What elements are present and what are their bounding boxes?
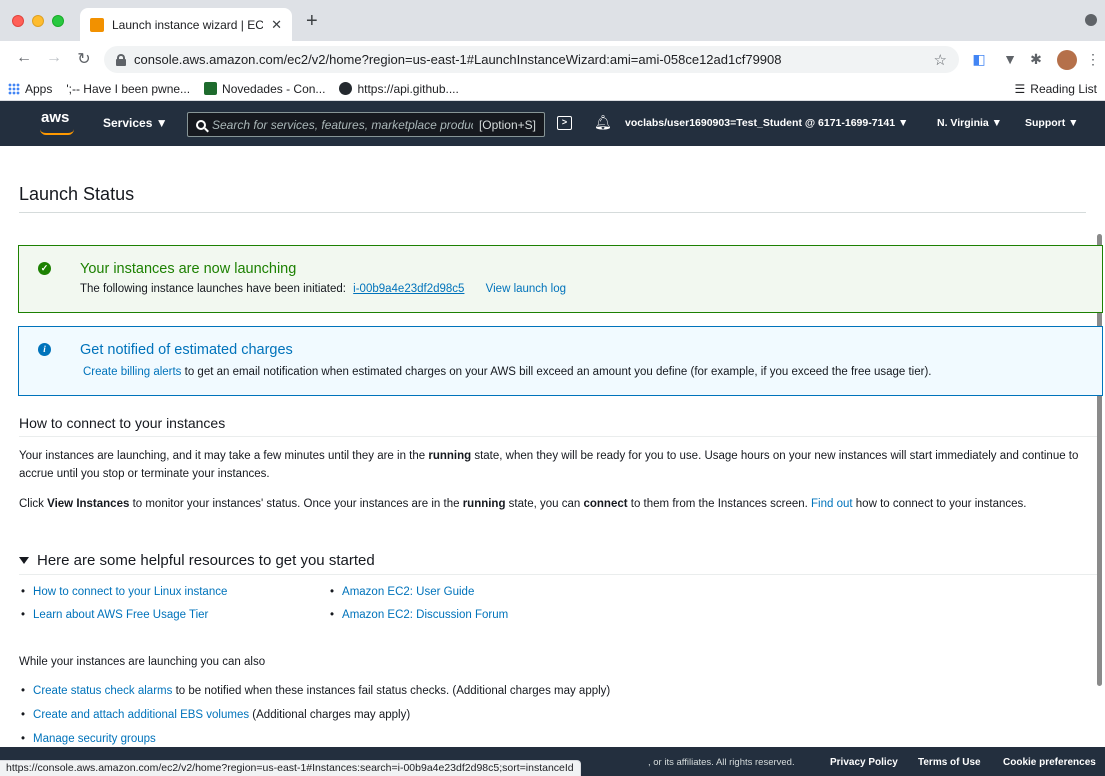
translate-extension-icon[interactable]: ◧ (971, 51, 987, 67)
connect-paragraph-1: Your instances are launching, and it may… (19, 450, 1079, 480)
resources-toggle[interactable]: Here are some helpful resources to get y… (19, 552, 375, 569)
bookmark-have-i-been-pwned[interactable]: ';-- Have I been pwne... (66, 82, 190, 96)
forward-arrow-icon[interactable]: → (44, 49, 64, 67)
github-favicon-icon (339, 82, 353, 95)
services-menu[interactable]: Services ▼ (103, 116, 168, 130)
also-item: • Manage security groups (21, 733, 156, 745)
new-tab-icon[interactable]: + (306, 10, 318, 33)
vue-extension-icon[interactable]: ▼ (1002, 51, 1018, 67)
success-alert-title: Your instances are now launching (80, 261, 297, 277)
aws-logo[interactable]: aws (41, 109, 69, 126)
apps-grid-icon (8, 82, 20, 95)
also-item: • Create status check alarms to be notifi… (21, 685, 611, 697)
cloudshell-icon[interactable]: > (557, 116, 572, 130)
free-tier-link[interactable]: Learn about AWS Free Usage Tier (33, 609, 208, 621)
minimize-window-button[interactable] (32, 15, 44, 27)
profile-avatar[interactable] (1057, 50, 1077, 70)
user-guide-link[interactable]: Amazon EC2: User Guide (342, 586, 474, 598)
linux-connect-link[interactable]: How to connect to your Linux instance (33, 586, 227, 598)
account-menu[interactable]: voclabs/user1690903=Test_Student @ 6171-… (625, 117, 908, 129)
reload-icon[interactable]: ↻ (74, 49, 94, 69)
page-title: Launch Status (19, 184, 135, 204)
resources-divider (19, 574, 1097, 575)
also-item: • Create and attach additional EBS volume… (21, 709, 411, 721)
close-window-button[interactable] (12, 15, 24, 27)
connect-heading: How to connect to your instances (19, 415, 226, 431)
reading-list-button[interactable]: ☰ Reading List (1015, 82, 1097, 96)
cookie-preferences-link[interactable]: Cookie preferences (1003, 757, 1096, 768)
browser-tab-bar: Launch instance wizard | EC2 Management … (0, 0, 1105, 41)
connect-paragraph-2: Click View Instances to monitor your ins… (19, 498, 1027, 510)
caret-down-icon (19, 556, 29, 564)
connect-divider (19, 436, 1097, 437)
resource-item: • Learn about AWS Free Usage Tier (21, 609, 209, 621)
status-check-alarms-link[interactable]: Create status check alarms (33, 685, 172, 697)
tab-title: Launch instance wizard | EC2 Management … (112, 17, 264, 32)
browser-tab[interactable]: Launch instance wizard | EC2 Management … (80, 8, 292, 41)
info-circle-icon: i (38, 343, 51, 356)
billing-info-alert: i Get notified of estimated charges Crea… (18, 326, 1103, 396)
billing-alert-body: Create billing alerts to get an email no… (83, 366, 932, 378)
security-groups-link[interactable]: Manage security groups (33, 733, 156, 745)
link-status-bar: https://console.aws.amazon.com/ec2/v2/ho… (0, 760, 581, 776)
footer-copyright: , or its affiliates. All rights reserved… (648, 757, 795, 768)
instance-id-link[interactable]: i-00b9a4e23df2d98c5 (353, 283, 464, 295)
bookmarks-bar: Apps ';-- Have I been pwne... Novedades … (0, 77, 1105, 101)
search-shortcut: [Option+S] (478, 117, 536, 132)
extensions-puzzle-icon[interactable]: ✱ (1028, 51, 1044, 67)
lock-icon[interactable] (116, 53, 126, 66)
title-divider (19, 212, 1086, 213)
success-alert-body: The following instance launches have bee… (80, 283, 566, 295)
support-menu[interactable]: Support ▼ (1025, 117, 1079, 129)
address-bar[interactable]: console.aws.amazon.com/ec2/v2/home?regio… (104, 46, 959, 73)
resource-item: • Amazon EC2: User Guide (330, 586, 475, 598)
search-box[interactable]: [Option+S] (187, 112, 545, 137)
resource-item: • How to connect to your Linux instance (21, 586, 228, 598)
privacy-policy-link[interactable]: Privacy Policy (830, 757, 898, 768)
check-circle-icon: ✓ (38, 262, 51, 275)
resource-item: • Amazon EC2: Discussion Forum (330, 609, 509, 621)
reading-list-icon: ☰ (1014, 81, 1026, 96)
billing-alert-title: Get notified of estimated charges (80, 342, 293, 358)
create-billing-alerts-link[interactable]: Create billing alerts (83, 366, 181, 378)
also-heading: While your instances are launching you c… (19, 656, 266, 668)
bookmark-novedades[interactable]: Novedades - Con... (204, 82, 325, 96)
aws-favicon-icon (90, 17, 104, 32)
view-launch-log-link[interactable]: View launch log (486, 283, 566, 295)
terms-of-use-link[interactable]: Terms of Use (918, 757, 981, 768)
back-arrow-icon[interactable]: ← (14, 49, 34, 67)
address-url[interactable]: console.aws.amazon.com/ec2/v2/home?regio… (134, 52, 926, 67)
novedades-favicon-icon (204, 82, 218, 95)
bookmark-apps[interactable]: Apps (8, 82, 52, 96)
discussion-forum-link[interactable]: Amazon EC2: Discussion Forum (342, 609, 508, 621)
success-alert: ✓ Your instances are now launching The f… (18, 245, 1103, 313)
browser-toolbar: ← → ↻ console.aws.amazon.com/ec2/v2/home… (0, 41, 1105, 77)
browser-menu-icon[interactable]: ⋮ (1085, 51, 1101, 67)
bookmark-github-api[interactable]: https://api.github.... (339, 82, 459, 96)
ebs-volumes-link[interactable]: Create and attach additional EBS volumes (33, 709, 249, 721)
aws-nav-bar: aws Services ▼ [Option+S] > 🔔︎ voclabs/u… (0, 101, 1105, 146)
maximize-window-button[interactable] (52, 15, 64, 27)
tab-search-icon[interactable] (1085, 14, 1097, 26)
find-out-link[interactable]: Find out (811, 498, 853, 510)
region-menu[interactable]: N. Virginia ▼ (937, 117, 1002, 129)
search-input[interactable] (212, 117, 473, 132)
aws-smile-logo (40, 129, 74, 135)
notification-bell-icon[interactable]: 🔔︎ (594, 114, 612, 131)
close-tab-icon[interactable]: ✕ (271, 17, 282, 33)
bookmark-star-icon[interactable]: ☆ (934, 51, 947, 69)
search-icon (196, 119, 206, 130)
